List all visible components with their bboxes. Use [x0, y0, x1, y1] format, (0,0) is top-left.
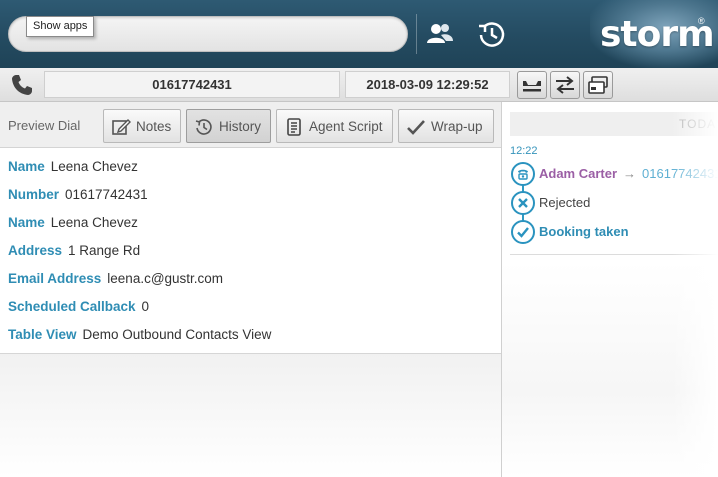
- detail-label: Name: [8, 215, 45, 230]
- arrow-icon: →: [623, 166, 637, 181]
- transfer-icon: [556, 76, 574, 94]
- storm-logo: storm ®: [590, 0, 718, 68]
- contact-details: Name Leena Chevez Number 01617742431 Name L…: [0, 148, 501, 354]
- detail-row: Name Leena Chevez: [8, 215, 138, 235]
- tab-notes[interactable]: Notes: [103, 109, 181, 143]
- target-number: 01617742431: [642, 166, 718, 181]
- call-bar: 01617742431 2018-03-09 12:29:52: [0, 68, 718, 102]
- rejected-icon: [511, 191, 535, 215]
- booking-check-icon: [511, 220, 535, 244]
- script-icon: [287, 118, 301, 136]
- tab-notes-label: Notes: [136, 119, 172, 134]
- history-empty-area: [502, 262, 718, 477]
- detail-value: 01617742431: [65, 187, 148, 202]
- detail-value: Demo Outbound Contacts View: [82, 327, 272, 342]
- show-apps-tooltip: Show apps: [26, 16, 95, 37]
- detail-row: Number 01617742431: [8, 187, 148, 207]
- contacts-icon: [427, 24, 453, 43]
- history-panel: TODAY 12:22 Adam Carter → 01617742431 Reje…: [502, 102, 718, 477]
- tab-wrap-up[interactable]: Wrap-up: [398, 109, 494, 143]
- logo-registered-mark: ®: [698, 16, 705, 26]
- history-button[interactable]: [476, 18, 508, 50]
- timeline-separator: [510, 254, 718, 255]
- detail-value: leena.c@gustr.com: [107, 271, 224, 286]
- tab-agent-script[interactable]: Agent Script: [276, 109, 393, 143]
- tab-agent-script-label: Agent Script: [309, 119, 383, 134]
- top-divider: [416, 14, 417, 54]
- tab-history[interactable]: History: [186, 109, 271, 143]
- card-icon: [588, 76, 608, 94]
- detail-label: Email Address: [8, 271, 102, 286]
- notes-icon: [112, 119, 131, 135]
- contact-panel: Preview Dial Notes History Agent Script: [0, 102, 501, 477]
- detail-value: Leena Chevez: [50, 215, 138, 230]
- detail-value: Leena Chevez: [50, 159, 138, 174]
- transfer-button[interactable]: [550, 71, 580, 99]
- detail-label: Name: [8, 159, 45, 174]
- hangup-icon: [523, 81, 541, 92]
- timeline-time: 12:22: [510, 145, 538, 157]
- detail-label: Scheduled Callback: [8, 299, 136, 314]
- detail-row: Address 1 Range Rd: [8, 243, 140, 263]
- day-header: TODAY: [510, 112, 718, 136]
- detail-value: 1 Range Rd: [68, 243, 141, 258]
- booking-event: Booking taken: [539, 224, 629, 239]
- rejected-event: Rejected: [539, 195, 591, 210]
- history-icon: [479, 22, 505, 47]
- tab-history-label: History: [219, 119, 262, 134]
- contacts-button[interactable]: [424, 18, 456, 50]
- detail-row: Email Address leena.c@gustr.com: [8, 271, 223, 291]
- call-event: Adam Carter → 01617742431: [539, 166, 718, 181]
- logo-text: storm: [600, 14, 715, 55]
- detail-value: 0: [141, 299, 150, 314]
- caller-name[interactable]: Adam Carter: [539, 166, 617, 181]
- call-number-field: 01617742431: [44, 71, 340, 98]
- call-event-icon: [511, 162, 535, 186]
- hangup-button[interactable]: [517, 71, 547, 99]
- tab-bar: Preview Dial Notes History Agent Script: [0, 102, 501, 148]
- detail-row: Table View Demo Outbound Contacts View: [8, 327, 271, 347]
- card-button[interactable]: [583, 71, 613, 99]
- detail-label: Address: [8, 243, 63, 258]
- tab-wrap-up-label: Wrap-up: [431, 119, 483, 134]
- detail-row: Name Leena Chevez: [8, 159, 138, 179]
- detail-row: Scheduled Callback 0: [8, 299, 149, 319]
- detail-label: Table View: [8, 327, 77, 342]
- call-timestamp-field: 2018-03-09 12:29:52: [345, 71, 510, 98]
- checkmark-icon: [407, 120, 425, 135]
- top-bar: Show apps storm ®: [0, 0, 718, 68]
- detail-label: Number: [8, 187, 60, 202]
- history-icon: [195, 119, 212, 135]
- phone-icon: [10, 73, 34, 97]
- preview-dial-label: Preview Dial: [8, 118, 81, 133]
